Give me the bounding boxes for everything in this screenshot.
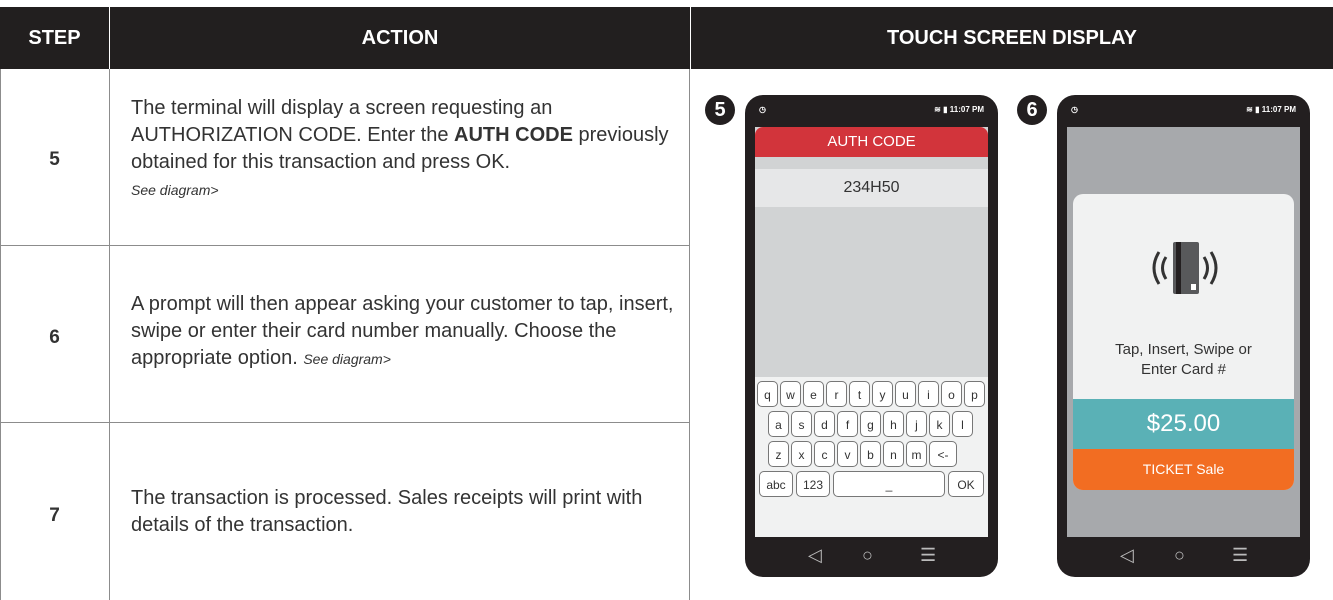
- keyboard-key[interactable]: x: [791, 441, 812, 467]
- keyboard-key[interactable]: _: [833, 471, 945, 497]
- step-badge: 6: [1017, 95, 1047, 125]
- keyboard-key[interactable]: OK: [948, 471, 984, 497]
- home-nav-button[interactable]: ○: [1174, 545, 1185, 566]
- menu-nav-button[interactable]: ☰: [920, 545, 936, 566]
- step-action-text: A prompt will then appear asking your cu…: [131, 293, 674, 369]
- header-step: STEP: [28, 27, 81, 49]
- payment-dialog: Tap, Insert, Swipe or Enter Card # $25.00…: [1073, 194, 1294, 490]
- keyboard-key[interactable]: c: [814, 441, 835, 467]
- payment-prompt-text: Tap, Insert, Swipe or Enter Card #: [1115, 341, 1252, 378]
- keyboard-key[interactable]: n: [883, 441, 904, 467]
- see-diagram-link: See diagram>: [131, 182, 219, 198]
- keyboard-key[interactable]: z: [768, 441, 789, 467]
- keyboard-key[interactable]: d: [814, 411, 835, 437]
- on-screen-keyboard: q w e r t y u i o p a s d f g h j k l z x c v b n m <- abc 123 _ OK: [755, 377, 988, 537]
- keyboard-key[interactable]: m: [906, 441, 927, 467]
- keyboard-key[interactable]: q: [757, 381, 778, 407]
- see-diagram-link: See diagram>: [303, 351, 391, 367]
- keyboard-key[interactable]: j: [906, 411, 927, 437]
- keyboard-key[interactable]: o: [941, 381, 962, 407]
- android-nav-bar: ◁ ○ ☰: [1057, 537, 1310, 577]
- keyboard-key[interactable]: u: [895, 381, 916, 407]
- keyboard-key[interactable]: h: [883, 411, 904, 437]
- keyboard-key[interactable]: b: [860, 441, 881, 467]
- header-touch-screen-display: TOUCH SCREEN DISPLAY: [886, 27, 1138, 49]
- keyboard-key[interactable]: i: [918, 381, 939, 407]
- ticket-sale-label: TICKET Sale: [1073, 449, 1294, 490]
- auth-code-input[interactable]: 234H50: [755, 169, 988, 207]
- step-badge: 5: [705, 95, 735, 125]
- status-bar: ≋ ▮ 11:07 PM: [934, 105, 984, 114]
- keyboard-key[interactable]: abc: [759, 471, 793, 497]
- status-bar: ≋ ▮ 11:07 PM: [1246, 105, 1296, 114]
- keyboard-key[interactable]: w: [780, 381, 801, 407]
- menu-nav-button[interactable]: ☰: [1232, 545, 1248, 566]
- amount-display: $25.00: [1073, 399, 1294, 449]
- step-number: 6: [49, 327, 60, 348]
- keyboard-key[interactable]: 123: [796, 471, 830, 497]
- keyboard-key[interactable]: r: [826, 381, 847, 407]
- terminal-auth-code-screen: ◷ ≋ ▮ 11:07 PM AUTH CODE 234H50 qwertyui…: [745, 95, 998, 577]
- header-action: ACTION: [361, 27, 439, 49]
- step-number: 7: [49, 505, 60, 526]
- phone-screen: Tap, Insert, Swipe or Enter Card # $25.00…: [1067, 127, 1300, 537]
- battery-icon: ▮: [1255, 105, 1260, 114]
- keyboard-key[interactable]: y: [872, 381, 893, 407]
- keyboard-key[interactable]: e: [803, 381, 824, 407]
- auth-code-title: AUTH CODE: [755, 127, 988, 157]
- clock-icon: ◷: [759, 105, 766, 114]
- keyboard-key[interactable]: v: [837, 441, 858, 467]
- steps-table: 5 The terminal will display a screen req…: [0, 69, 690, 600]
- keyboard-key[interactable]: l: [952, 411, 973, 437]
- status-time: 11:07 PM: [949, 105, 984, 114]
- keyboard-key[interactable]: k: [929, 411, 950, 437]
- keyboard-key[interactable]: a: [768, 411, 789, 437]
- keyboard-key[interactable]: f: [837, 411, 858, 437]
- step-action-text: The transaction is processed. Sales rece…: [131, 487, 643, 536]
- back-nav-button[interactable]: ◁: [1120, 545, 1134, 566]
- table-header: STEP ACTION TOUCH SCREEN DISPLAY: [0, 7, 1333, 69]
- terminal-payment-prompt-screen: ◷ ≋ ▮ 11:07 PM Tap, Insert, Swipe or Ente…: [1057, 95, 1310, 577]
- back-nav-button[interactable]: ◁: [808, 545, 822, 566]
- keyboard-key[interactable]: g: [860, 411, 881, 437]
- phone-screen: AUTH CODE 234H50 qwertyuiop asdfghjkl zxcv…: [755, 127, 988, 537]
- home-nav-button[interactable]: ○: [862, 545, 873, 566]
- battery-icon: ▮: [943, 105, 948, 114]
- keyboard-key[interactable]: t: [849, 381, 870, 407]
- keyboard-key[interactable]: <-: [929, 441, 957, 467]
- step-action-text: The terminal will display a screen reque…: [131, 97, 669, 198]
- wifi-icon: ≋: [934, 105, 941, 114]
- contactless-card-icon: [1152, 242, 1218, 294]
- clock-icon: ◷: [1071, 105, 1078, 114]
- status-time: 11:07 PM: [1261, 105, 1296, 114]
- wifi-icon: ≋: [1246, 105, 1253, 114]
- keyboard-key[interactable]: s: [791, 411, 812, 437]
- step-number: 5: [49, 149, 60, 170]
- android-nav-bar: ◁ ○ ☰: [745, 537, 998, 577]
- keyboard-key[interactable]: p: [964, 381, 985, 407]
